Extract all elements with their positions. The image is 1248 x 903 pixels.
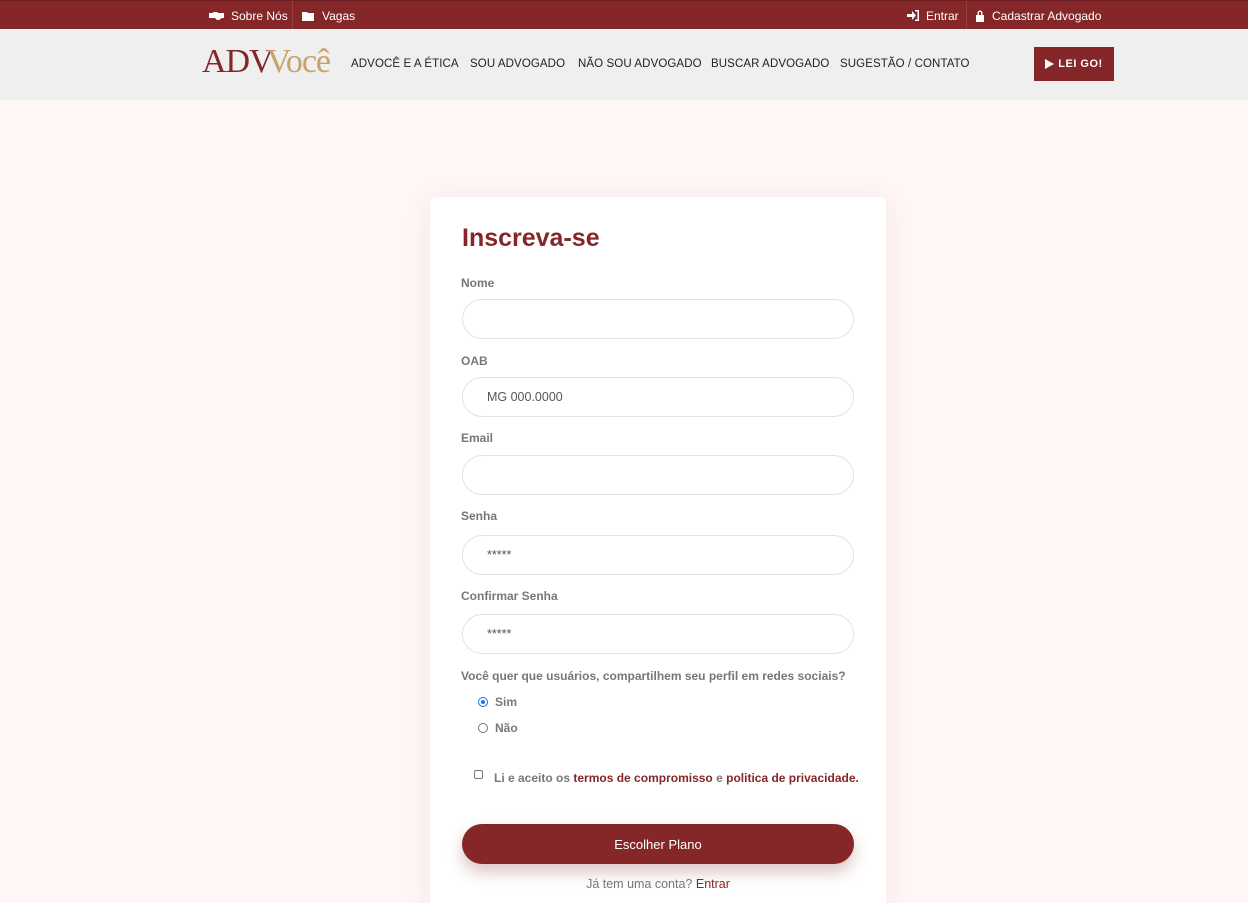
lock-icon xyxy=(976,10,984,22)
register-lawyer-link[interactable]: Cadastrar Advogado xyxy=(975,1,1101,30)
logo-adv: ADV xyxy=(202,43,274,80)
nav-item-etica[interactable]: ADVOCÊ E A ÉTICA xyxy=(351,58,459,70)
confirm-password-field[interactable] xyxy=(462,614,854,654)
register-label: Cadastrar Advogado xyxy=(992,8,1102,23)
nav-item-nao-sou-advogado[interactable]: NÃO SOU ADVOGADO xyxy=(578,58,702,70)
terms-row: Li e aceito os termos de compromisso e p… xyxy=(474,769,859,785)
about-link[interactable]: Sobre Nós xyxy=(209,1,288,30)
has-account-text: Já tem uma conta? xyxy=(586,877,693,891)
jobs-link[interactable]: Vagas xyxy=(302,1,355,30)
logo-voce: Você xyxy=(266,43,331,80)
play-icon xyxy=(1045,59,1055,69)
nav-item-buscar-advogado[interactable]: BUSCAR ADVOGADO xyxy=(711,58,829,70)
radio-yes[interactable] xyxy=(478,697,488,707)
choose-plan-button[interactable]: Escolher Plano xyxy=(462,824,854,864)
form-title: Inscreva-se xyxy=(462,224,600,252)
oab-label: OAB xyxy=(461,354,488,368)
about-label: Sobre Nós xyxy=(231,8,288,23)
nav-item-sou-advogado[interactable]: SOU ADVOGADO xyxy=(470,58,565,70)
login-prompt: Já tem uma conta? Entrar xyxy=(430,877,886,891)
nav-item-contato[interactable]: SUGESTÃO / CONTATO xyxy=(840,58,970,70)
login-link[interactable]: Entrar xyxy=(907,1,959,30)
oab-field[interactable] xyxy=(462,377,854,417)
terms-checkbox[interactable] xyxy=(474,769,483,779)
terms-suffix: . xyxy=(855,771,859,785)
logo[interactable]: ADV Você xyxy=(202,39,331,80)
terms-link[interactable]: termos de compromisso xyxy=(573,771,712,785)
share-yes-option[interactable]: Sim xyxy=(478,695,517,709)
sign-in-icon xyxy=(907,10,919,21)
share-no-option[interactable]: Não xyxy=(478,721,518,735)
jobs-label: Vagas xyxy=(322,8,356,23)
name-field[interactable] xyxy=(462,299,854,339)
name-label: Nome xyxy=(461,276,495,290)
radio-yes-label: Sim xyxy=(495,695,518,709)
confirm-password-label: Confirmar Senha xyxy=(461,589,558,603)
signup-card: Inscreva-se Nome OAB Email Senha Confirm… xyxy=(430,197,886,903)
lei-go-button[interactable]: LEI GO! xyxy=(1034,47,1114,81)
terms-and: e xyxy=(716,771,723,785)
top-bar: Sobre Nós Vagas Entrar Cadastrar Advogad… xyxy=(0,0,1248,30)
password-label: Senha xyxy=(461,509,498,523)
email-label: Email xyxy=(461,431,494,445)
password-field[interactable] xyxy=(462,535,854,575)
login-label: Entrar xyxy=(926,8,959,23)
lei-go-label: LEI GO! xyxy=(1058,58,1103,70)
folder-icon xyxy=(302,11,314,21)
main-nav: ADV Você ADVOCÊ E A ÉTICA SOU ADVOGADO NÃ… xyxy=(0,29,1248,100)
handshake-icon xyxy=(209,11,224,20)
divider xyxy=(292,1,293,30)
divider xyxy=(966,1,967,30)
privacy-link[interactable]: politica de privacidade xyxy=(726,771,855,785)
share-question: Você quer que usuários, compartilhem seu… xyxy=(461,669,846,683)
email-field[interactable] xyxy=(462,455,854,495)
terms-prefix: Li e aceito os xyxy=(494,771,571,785)
radio-no[interactable] xyxy=(478,723,488,733)
login-bottom-link[interactable]: Entrar xyxy=(696,877,730,891)
radio-no-label: Não xyxy=(495,721,518,735)
